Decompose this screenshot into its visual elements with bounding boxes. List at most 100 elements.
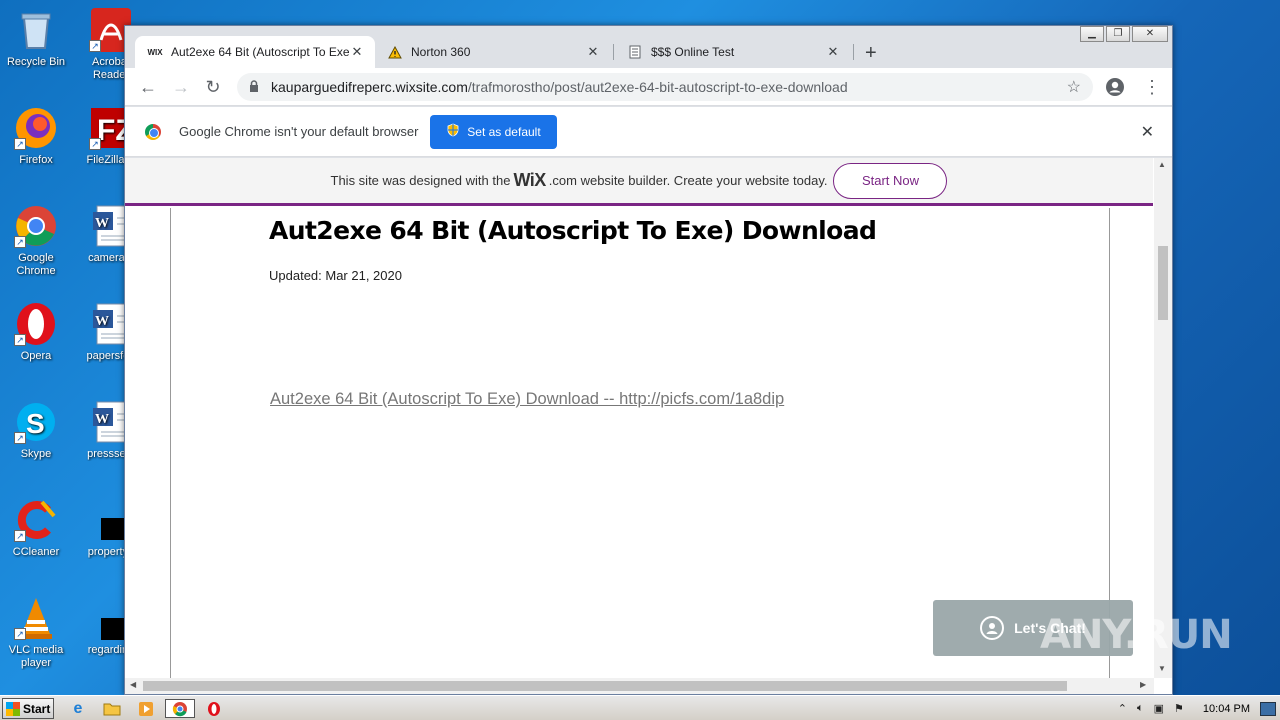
- internet-explorer-icon[interactable]: e: [68, 699, 88, 718]
- url-path: /trafmorostho/post/aut2exe-64-bit-autosc…: [467, 79, 848, 95]
- uac-shield-icon: [447, 123, 459, 140]
- post-updated-date: Updated: Mar 21, 2020: [269, 268, 402, 283]
- tab-close-icon[interactable]: ✕: [585, 44, 601, 60]
- anyrun-watermark: ANY.RUN: [1040, 612, 1233, 658]
- tab-norton-360[interactable]: Norton 360 ✕: [375, 36, 611, 68]
- scroll-right-arrow-icon[interactable]: ▶: [1140, 680, 1146, 689]
- desktop-icon-label: Opera: [20, 350, 52, 362]
- vlc-icon: ↗: [14, 596, 58, 640]
- start-button[interactable]: Start: [2, 698, 54, 719]
- address-bar[interactable]: kauparguedifreperc.wixsite.com /trafmoro…: [237, 73, 1093, 101]
- infobar-close-icon[interactable]: ✕: [1141, 122, 1154, 142]
- file-explorer-icon[interactable]: [102, 699, 122, 718]
- desktop-icon-label: Google Chrome: [16, 252, 56, 277]
- desktop-icon-ccleaner[interactable]: ↗ CCleaner: [0, 498, 72, 559]
- horizontal-scroll-thumb[interactable]: [143, 681, 1067, 691]
- skype-icon: S ↗: [14, 400, 58, 444]
- scroll-left-arrow-icon[interactable]: ◀: [130, 680, 136, 689]
- shortcut-arrow-icon: ↗: [14, 530, 26, 542]
- desktop-icon-label: Skype: [20, 448, 52, 460]
- desktop-icon-google-chrome[interactable]: ↗ Google Chrome: [0, 204, 72, 278]
- action-center-flag-icon[interactable]: ⚑: [1174, 702, 1184, 715]
- opera-taskbar-icon[interactable]: [204, 699, 224, 718]
- wix-favicon: WIX: [147, 47, 163, 57]
- network-icon[interactable]: ▣: [1154, 702, 1164, 715]
- bookmark-star-icon[interactable]: ☆: [1067, 77, 1081, 97]
- shortcut-arrow-icon: ↗: [14, 334, 26, 346]
- tray-chevron-icon[interactable]: ⌃: [1118, 702, 1127, 715]
- media-player-icon[interactable]: [136, 699, 156, 718]
- start-now-button[interactable]: Start Now: [833, 162, 948, 199]
- wix-banner-text-after: .com website builder. Create your websit…: [548, 173, 828, 188]
- tab-separator: [853, 44, 854, 60]
- scroll-up-arrow-icon[interactable]: ▲: [1158, 160, 1166, 169]
- start-label: Start: [23, 701, 51, 716]
- post-title: Aut2exe 64 Bit (Autoscript To Exe) Downl…: [269, 216, 877, 245]
- infobar-message: Google Chrome isn't your default browser: [179, 124, 419, 139]
- wix-logo: WiX: [513, 170, 546, 190]
- desktop-icon-vlc[interactable]: ↗ VLC media player: [0, 596, 72, 670]
- firefox-icon: ↗: [14, 106, 58, 150]
- svg-text:W: W: [95, 412, 109, 427]
- desktop-icon-label: VLC media player: [8, 644, 64, 669]
- tab-title: Aut2exe 64 Bit (Autoscript To Exe) D: [171, 45, 349, 59]
- system-tray: ⌃ 🔈︎ ▣ ⚑ 10:04 PM: [1113, 698, 1280, 719]
- chrome-taskbar-icon[interactable]: [165, 699, 195, 718]
- horizontal-scrollbar[interactable]: ◀ ▶: [125, 678, 1154, 694]
- windows-logo-icon: [6, 701, 20, 716]
- shortcut-arrow-icon: ↗: [14, 628, 26, 640]
- forward-arrow-icon[interactable]: →: [170, 76, 192, 98]
- desktop-icon-opera[interactable]: ↗ Opera: [0, 302, 72, 363]
- set-as-default-label: Set as default: [467, 124, 541, 139]
- reload-icon[interactable]: ↻: [202, 76, 224, 98]
- tab-separator: [613, 44, 614, 60]
- svg-text:W: W: [95, 216, 109, 231]
- show-desktop-icon[interactable]: [1260, 701, 1276, 716]
- opera-icon: ↗: [14, 302, 58, 346]
- desktop-icon-recycle-bin[interactable]: Recycle Bin: [0, 8, 72, 69]
- chat-user-icon: [980, 616, 1005, 640]
- desktop-icon-label: Firefox: [19, 154, 53, 166]
- shortcut-arrow-icon: ↗: [89, 138, 101, 150]
- shortcut-arrow-icon: ↗: [14, 432, 26, 444]
- document-icon: [627, 44, 643, 60]
- download-link[interactable]: Aut2exe 64 Bit (Autoscript To Exe) Downl…: [270, 390, 784, 409]
- desktop-icon-firefox[interactable]: ↗ Firefox: [0, 106, 72, 167]
- taskbar: Start e ⌃ 🔈︎ ▣ ⚑ 10:04 PM: [0, 695, 1280, 720]
- volume-icon[interactable]: 🔈︎: [1137, 702, 1144, 715]
- set-as-default-button[interactable]: Set as default: [430, 114, 558, 149]
- vertical-scrollbar[interactable]: ▲ ▼: [1154, 158, 1172, 678]
- chrome-logo-icon: [145, 123, 161, 140]
- svg-text:S: S: [26, 408, 45, 439]
- menu-kebab-icon[interactable]: ⋮: [1143, 77, 1161, 98]
- ccleaner-icon: ↗: [14, 498, 58, 542]
- shortcut-arrow-icon: ↗: [14, 138, 26, 150]
- tab-close-icon[interactable]: ✕: [349, 44, 365, 60]
- shortcut-arrow-icon: ↗: [14, 236, 26, 248]
- browser-toolbar: ← → ↻ kauparguedifreperc.wixsite.com /tr…: [125, 68, 1172, 106]
- desktop-icon-skype[interactable]: S ↗ Skype: [0, 400, 72, 461]
- shortcut-arrow-icon: ↗: [89, 40, 101, 52]
- warning-icon: [387, 44, 403, 60]
- tab-title: $$$ Online Test: [651, 45, 735, 59]
- back-arrow-icon[interactable]: ←: [137, 76, 159, 98]
- tab-online-test[interactable]: $$$ Online Test ✕: [615, 36, 851, 68]
- new-tab-icon[interactable]: +: [865, 42, 877, 65]
- tab-title: Norton 360: [411, 45, 471, 59]
- page-viewport: This site was designed with the WiX .com…: [125, 158, 1172, 694]
- tab-strip: WIX Aut2exe 64 Bit (Autoscript To Exe) D…: [125, 36, 1172, 68]
- chrome-icon: ↗: [14, 204, 58, 248]
- scroll-down-arrow-icon[interactable]: ▼: [1158, 664, 1166, 673]
- profile-icon[interactable]: [1105, 77, 1125, 102]
- url-host: kauparguedifreperc.wixsite.com: [271, 79, 468, 95]
- vertical-scroll-thumb[interactable]: [1158, 246, 1168, 320]
- clock[interactable]: 10:04 PM: [1203, 703, 1250, 715]
- default-browser-infobar: Google Chrome isn't your default browser…: [125, 107, 1172, 157]
- wix-banner: This site was designed with the WiX .com…: [125, 158, 1153, 206]
- tab-close-icon[interactable]: ✕: [825, 44, 841, 60]
- desktop-icon-label: Recycle Bin: [6, 56, 66, 68]
- tab-aut2exe[interactable]: WIX Aut2exe 64 Bit (Autoscript To Exe) D…: [135, 36, 375, 68]
- lock-icon: [249, 79, 261, 95]
- wix-banner-text-before: This site was designed with the: [330, 173, 511, 188]
- svg-text:W: W: [95, 314, 109, 329]
